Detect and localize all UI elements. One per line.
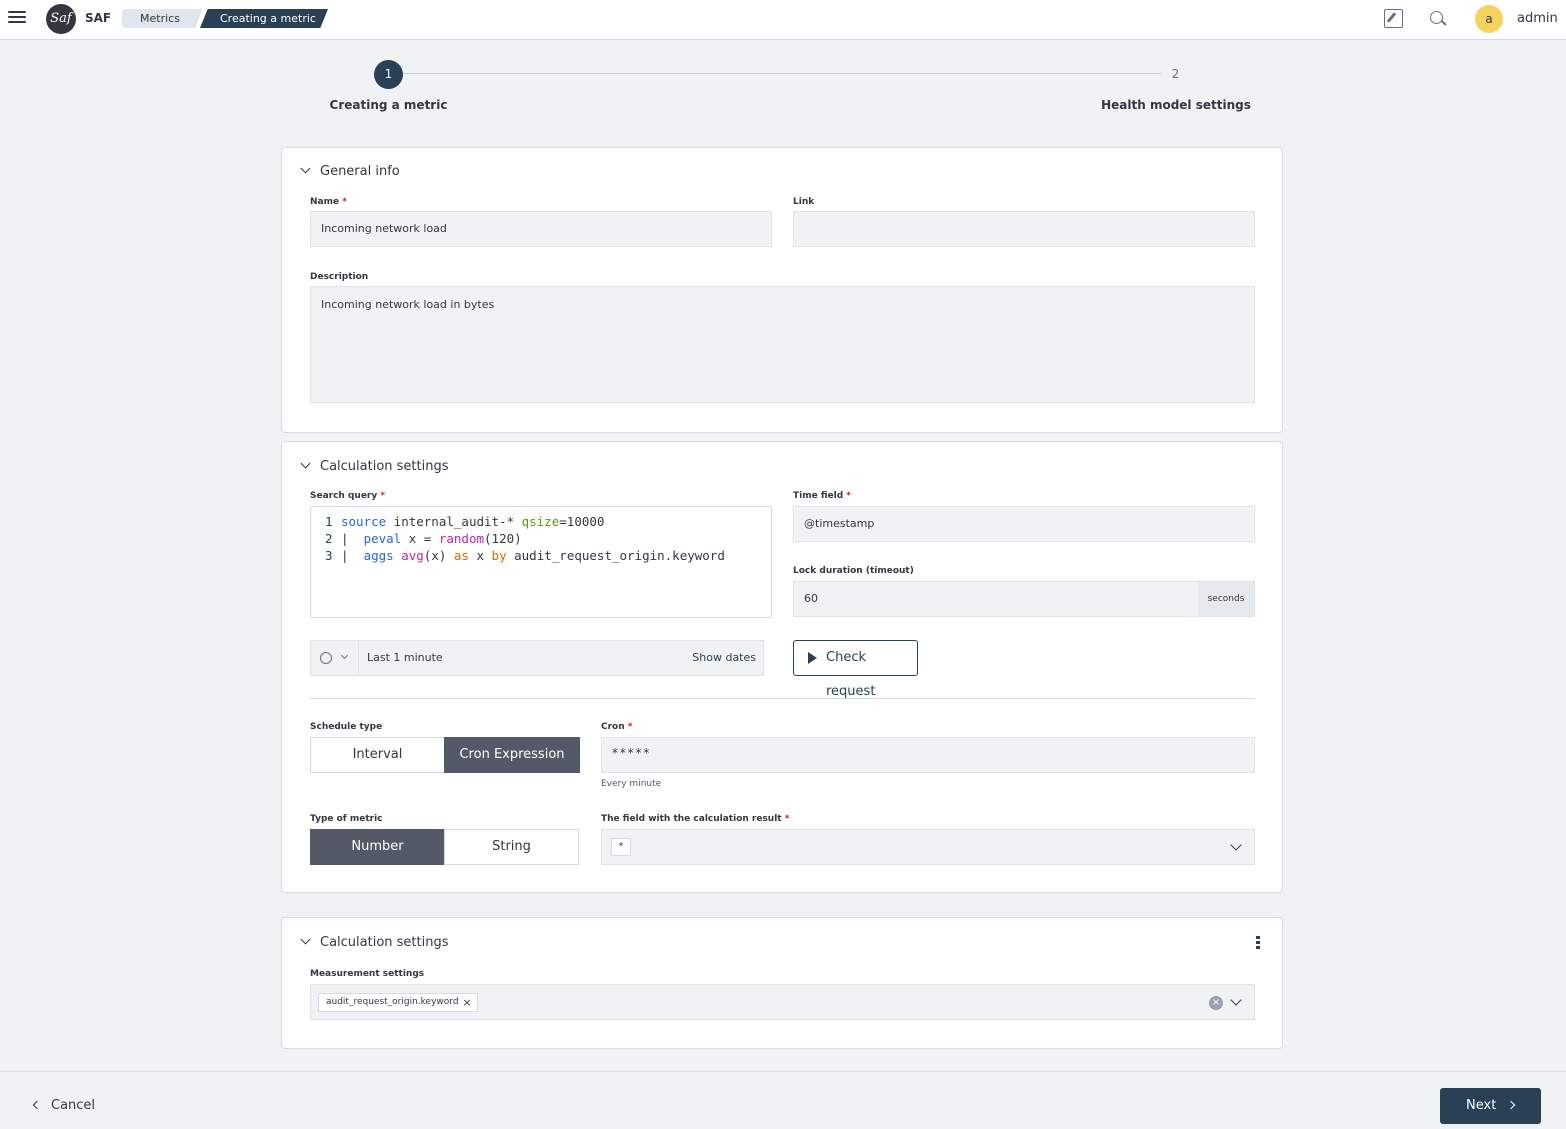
- clear-icon[interactable]: ×: [1209, 996, 1223, 1010]
- show-dates-link[interactable]: Show dates: [692, 651, 756, 664]
- metric-type-label: Type of metric: [310, 814, 383, 824]
- measurement-toggle[interactable]: Calculation settings: [300, 934, 449, 950]
- more-options-icon[interactable]: [1256, 936, 1260, 949]
- lock-duration-input[interactable]: 60 seconds: [793, 581, 1255, 617]
- search-query-editor[interactable]: 1 source internal_audit-* qsize=10000 2 | …: [310, 506, 772, 618]
- measurement-combobox[interactable]: audit_request_origin.keyword × ×: [310, 984, 1255, 1020]
- metric-type-string-toggle[interactable]: String: [444, 829, 579, 865]
- chevron-down-icon: [340, 651, 349, 660]
- chevron-right-icon: [1507, 1100, 1516, 1110]
- user-name[interactable]: admin: [1517, 11, 1558, 26]
- lock-duration-value: 60: [804, 592, 818, 605]
- schedule-type-label: Schedule type: [310, 722, 383, 732]
- top-header: Saf SAF Metrics Creating a metric a admi…: [0, 0, 1566, 40]
- hamburger-menu-icon[interactable]: [8, 11, 26, 27]
- chevron-down-icon: [300, 458, 311, 469]
- breadcrumb-creating-metric: Creating a metric: [200, 9, 328, 28]
- description-label: Description: [310, 272, 369, 282]
- time-field-input[interactable]: @timestamp: [793, 506, 1255, 542]
- breadcrumb-metrics[interactable]: Metrics: [122, 9, 202, 28]
- quick-select-button[interactable]: [311, 641, 359, 675]
- schedule-cron-toggle[interactable]: Cron Expression: [444, 737, 580, 773]
- cron-label: Cron *: [601, 722, 633, 732]
- next-button[interactable]: Next: [1440, 1088, 1541, 1124]
- check-request-label: Check request: [826, 650, 876, 699]
- general-info-title: General info: [320, 164, 400, 179]
- chevron-down-icon: [300, 934, 311, 945]
- chevron-left-icon: [32, 1100, 42, 1110]
- play-icon: [808, 652, 817, 664]
- general-info-panel: General info Name * Incoming network loa…: [281, 147, 1283, 433]
- check-request-button[interactable]: Check request: [793, 640, 918, 699]
- search-query-label: Search query *: [310, 491, 386, 501]
- code-line: 1 source internal_audit-* qsize=10000: [325, 514, 605, 529]
- calc-settings-panel: Calculation settings Search query * 1 sou…: [281, 441, 1283, 893]
- edit-icon[interactable]: [1384, 9, 1403, 28]
- step-2-label: Health model settings: [1101, 98, 1251, 112]
- description-textarea[interactable]: Incoming network load in bytes: [310, 286, 1255, 403]
- measurement-tag-label: audit_request_origin.keyword: [326, 997, 459, 1007]
- stepper-line: [400, 73, 1164, 74]
- result-field-select[interactable]: *: [601, 829, 1255, 865]
- clock-icon: [320, 652, 332, 664]
- measurement-tag: audit_request_origin.keyword ×: [318, 993, 478, 1012]
- cron-input[interactable]: * * * * *: [601, 737, 1255, 773]
- calc-settings-toggle[interactable]: Calculation settings: [300, 458, 449, 474]
- search-icon[interactable]: [1428, 9, 1448, 29]
- lock-duration-label: Lock duration (timeout): [793, 566, 914, 576]
- metric-type-number-toggle[interactable]: Number: [310, 829, 445, 865]
- time-range-text: Last 1 minute: [367, 651, 443, 664]
- step-1-circle: 1: [374, 60, 403, 89]
- time-field-label: Time field *: [793, 491, 851, 501]
- tag-remove-icon[interactable]: ×: [462, 994, 471, 1011]
- chevron-down-icon[interactable]: [1230, 994, 1242, 1006]
- name-input[interactable]: Incoming network load: [310, 211, 772, 247]
- step-2-circle: 2: [1161, 60, 1190, 89]
- cron-help-text: Every minute: [601, 779, 662, 789]
- code-line: 3 | aggs avg(x) as x by audit_request_ori…: [325, 548, 725, 563]
- divider: [310, 698, 1254, 699]
- measurement-panel: Calculation settings Measurement setting…: [281, 917, 1283, 1049]
- measurement-title: Calculation settings: [320, 935, 449, 950]
- general-info-toggle[interactable]: General info: [300, 163, 400, 179]
- chevron-down-icon[interactable]: [1230, 839, 1242, 851]
- cancel-button[interactable]: Cancel: [32, 1098, 95, 1113]
- step-1-label: Creating a metric: [329, 98, 448, 112]
- schedule-interval-toggle[interactable]: Interval: [310, 737, 445, 773]
- app-logo[interactable]: Saf: [46, 4, 76, 34]
- name-label: Name *: [310, 197, 347, 207]
- link-label: Link: [793, 197, 815, 207]
- footer-bar: Cancel Next: [0, 1071, 1566, 1129]
- chevron-down-icon: [300, 163, 311, 174]
- time-range-picker[interactable]: Last 1 minute Show dates: [310, 640, 764, 676]
- lock-duration-unit: seconds: [1198, 582, 1254, 616]
- app-name: SAF: [85, 11, 112, 25]
- code-line: 2 | peval x = random(120): [325, 531, 522, 546]
- measurement-settings-label: Measurement settings: [310, 969, 425, 979]
- result-field-label: The field with the calculation result *: [601, 814, 790, 824]
- result-field-chip: *: [611, 838, 631, 856]
- avatar[interactable]: a: [1475, 5, 1503, 33]
- link-input[interactable]: [793, 211, 1255, 247]
- calc-settings-title: Calculation settings: [320, 459, 449, 474]
